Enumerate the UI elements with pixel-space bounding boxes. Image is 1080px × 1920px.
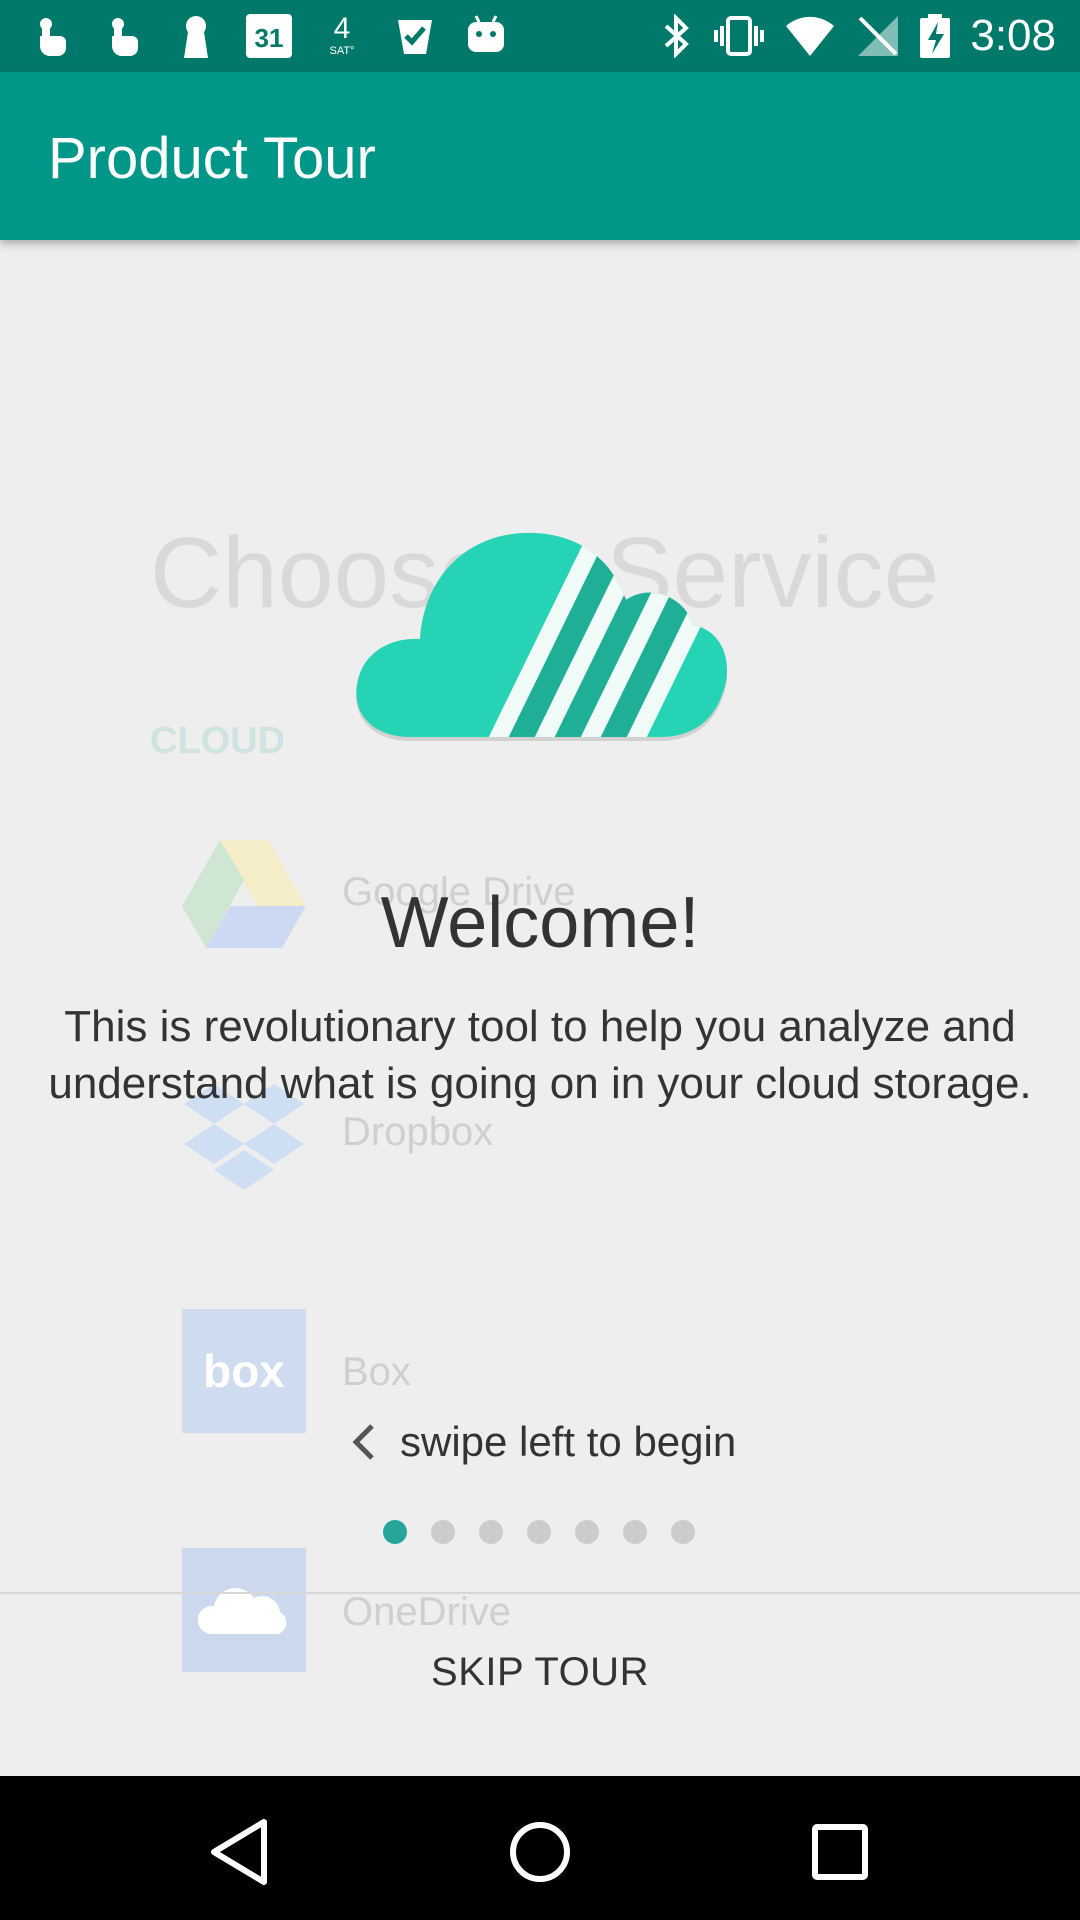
calendar-icon: 31: [246, 14, 292, 58]
welcome-description: This is revolutionary tool to help you a…: [48, 1002, 1032, 1108]
app-title: Product Tour: [48, 126, 376, 191]
battery-charging-icon: [920, 14, 950, 58]
divider: [0, 1592, 1080, 1594]
bluetooth-icon: [664, 14, 689, 58]
android-icon: [468, 15, 504, 52]
vibrate-icon: [714, 16, 764, 56]
page-dot: [623, 1520, 647, 1544]
box-icon: box: [182, 1309, 306, 1433]
back-icon[interactable]: [200, 1812, 280, 1892]
page-dot-active: [383, 1520, 407, 1544]
app-bar: Product Tour: [0, 72, 1080, 240]
clock: 3:08: [970, 11, 1056, 60]
page-dot: [575, 1520, 599, 1544]
wifi-icon: [786, 16, 834, 56]
status-bar: 31 4 SAT° 3:08: [0, 0, 1080, 72]
background-section-label: CLOUD: [150, 720, 286, 762]
page-dot: [431, 1520, 455, 1544]
cloud-logo-icon: [356, 532, 728, 741]
weather-temp: 4: [333, 12, 351, 45]
no-signal-icon: [858, 16, 898, 56]
onedrive-icon: [182, 1548, 306, 1672]
check-icon: [398, 20, 432, 54]
page-dot: [479, 1520, 503, 1544]
weather-icon: 4 SAT°: [322, 14, 362, 58]
service-label: Box: [342, 1350, 411, 1394]
calendar-day: 31: [254, 23, 284, 53]
recents-icon[interactable]: [800, 1812, 880, 1892]
page-dot: [527, 1520, 551, 1544]
service-label: OneDrive: [342, 1590, 511, 1634]
keyhole-icon: [184, 16, 208, 58]
navigation-bar: [0, 1776, 1080, 1920]
touch-icon: [40, 18, 66, 56]
swipe-hint-text: swipe left to begin: [400, 1418, 737, 1465]
page-indicator: [383, 1520, 695, 1544]
svg-text:box: box: [203, 1345, 285, 1397]
touch-icon: [112, 18, 138, 56]
weather-label: SAT°: [329, 45, 355, 57]
home-icon[interactable]: [500, 1812, 580, 1892]
skip-tour-button[interactable]: SKIP TOUR: [380, 1640, 700, 1704]
welcome-title: Welcome!: [380, 883, 700, 963]
swipe-hint[interactable]: swipe left to begin: [350, 1410, 736, 1474]
chevron-left-icon: [352, 1424, 374, 1460]
page-dot: [671, 1520, 695, 1544]
service-label: Dropbox: [342, 1110, 494, 1154]
